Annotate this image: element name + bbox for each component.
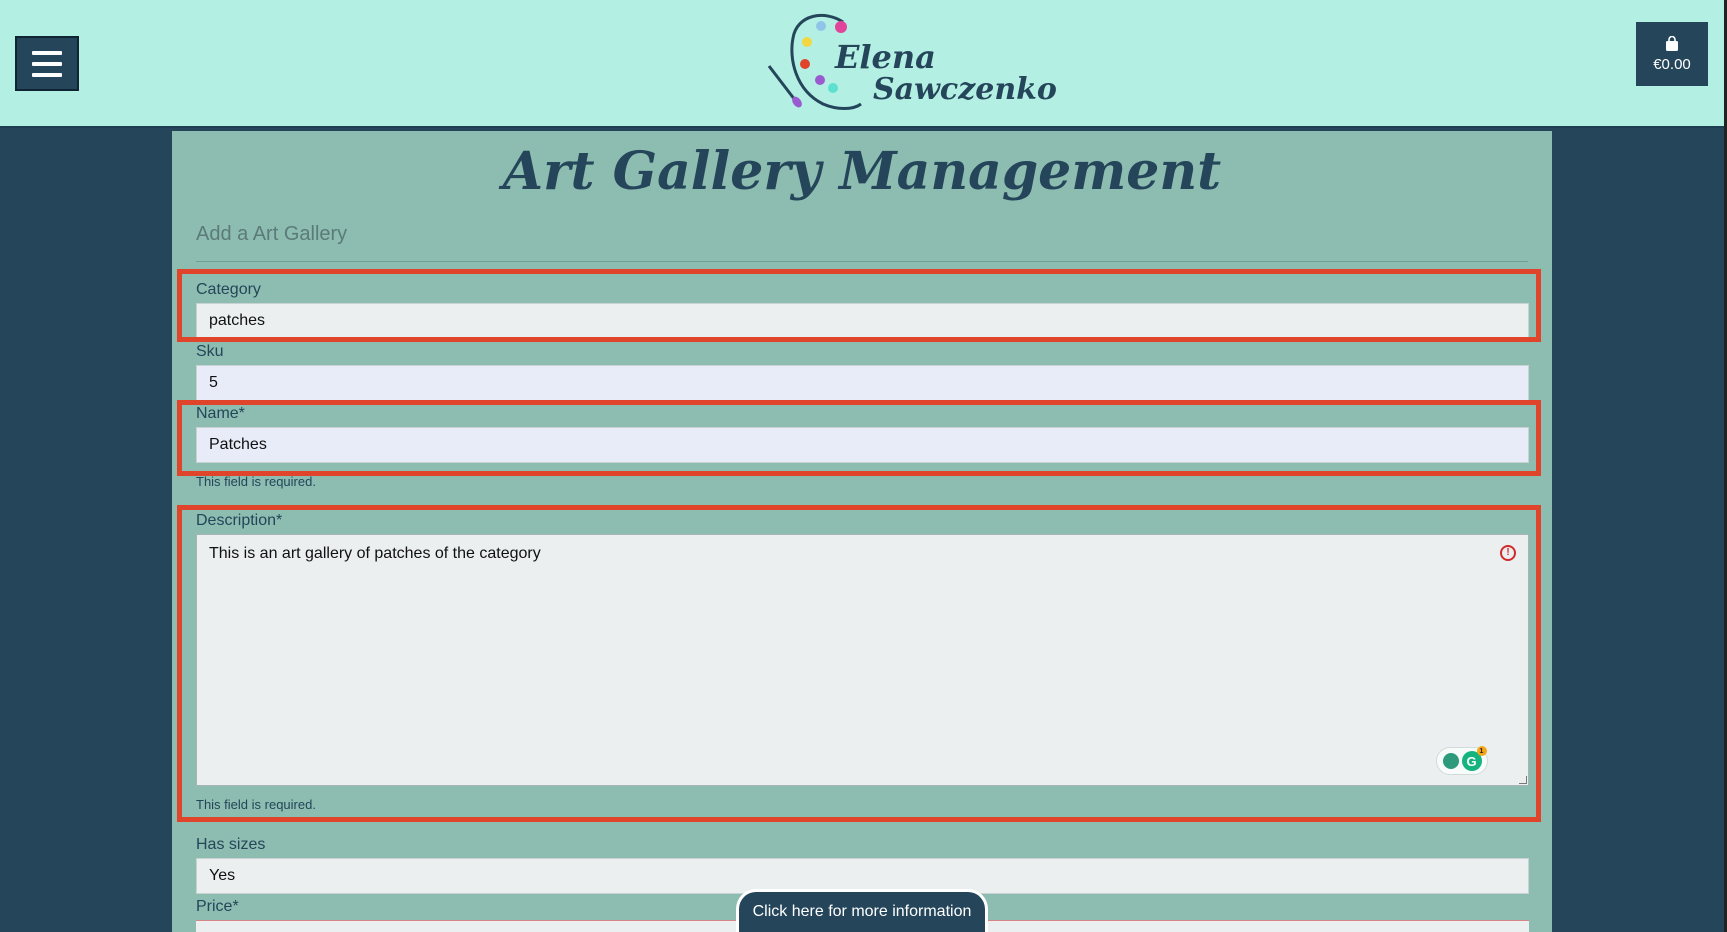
price-label: Price* (196, 898, 239, 915)
cart-button[interactable]: €0.00 (1636, 22, 1708, 86)
highlight-description (177, 505, 1541, 822)
sku-field[interactable]: 5 (196, 365, 1529, 401)
highlight-name (177, 400, 1541, 476)
site-header: Elena Sawczenko €0.00 (0, 0, 1727, 128)
form-subtitle: Add a Art Gallery (196, 223, 348, 245)
shopping-bag-icon (1666, 35, 1678, 51)
more-info-button[interactable]: Click here for more information (736, 889, 988, 932)
name-help-text: This field is required. (196, 474, 316, 489)
page-title: Art Gallery Management (502, 141, 1222, 202)
sku-label: Sku (196, 343, 224, 360)
site-logo[interactable]: Elena Sawczenko (765, 8, 1057, 118)
logo-last-name: Sawczenko (873, 72, 1057, 107)
highlight-category (177, 269, 1541, 342)
cart-total: €0.00 (1653, 55, 1691, 73)
logo-first-name: Elena (835, 38, 936, 76)
divider (196, 261, 1528, 262)
hamburger-icon (32, 50, 62, 55)
has-sizes-label: Has sizes (196, 836, 266, 853)
menu-button[interactable] (15, 36, 79, 91)
